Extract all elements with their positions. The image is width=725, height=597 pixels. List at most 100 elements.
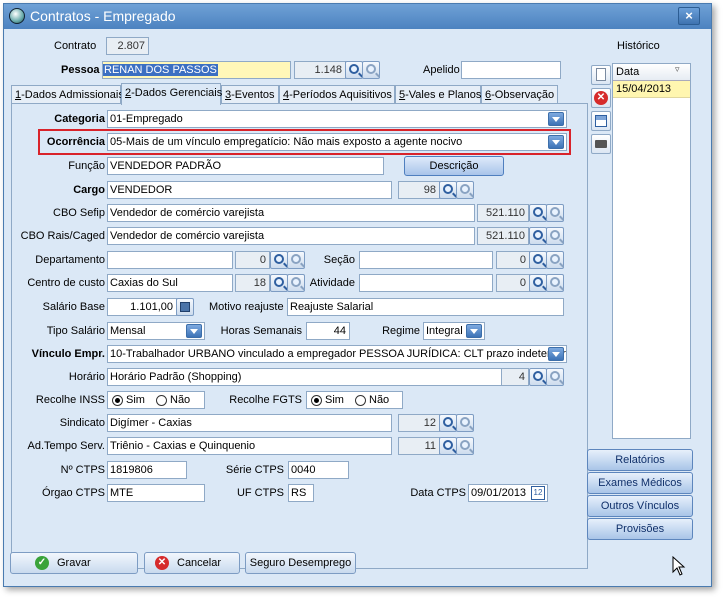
delete-history-button[interactable]: ✕	[591, 88, 611, 108]
ad-tempo-lookup-button[interactable]	[456, 437, 474, 455]
fgts-nao-radio[interactable]	[355, 395, 366, 406]
history-grid-header[interactable]: Data ▿	[613, 64, 690, 81]
salario-base-field[interactable]: 1.101,00	[107, 298, 177, 316]
regime-select[interactable]: Integral	[423, 322, 485, 340]
secao-field[interactable]	[359, 251, 493, 269]
history-row-date: 15/04/2013	[616, 83, 672, 95]
cbo-rais-lookup-button[interactable]	[546, 227, 564, 245]
departamento-field[interactable]	[107, 251, 233, 269]
categoria-label: Categoria	[54, 113, 105, 125]
tab-observacao[interactable]: 6-Observação	[481, 85, 558, 104]
atividade-field[interactable]	[359, 274, 493, 292]
ctps-serie-field[interactable]: 0040	[288, 461, 349, 479]
edit-history-button[interactable]	[591, 111, 611, 131]
ad-tempo-search-button[interactable]	[439, 437, 457, 455]
atividade-lookup-button[interactable]	[546, 274, 564, 292]
cbo-sefip-lookup-button[interactable]	[546, 204, 564, 222]
outros-vinculos-button[interactable]: Outros Vínculos	[587, 495, 693, 517]
calendar-icon[interactable]: 12	[531, 486, 545, 500]
centro-custo-search-button[interactable]	[270, 274, 288, 292]
search-icon	[533, 371, 543, 381]
print-history-button[interactable]	[591, 134, 611, 154]
ctps-orgao-field[interactable]: MTE	[107, 484, 205, 502]
motivo-field[interactable]: Reajuste Salarial	[287, 298, 564, 316]
tipo-salario-select[interactable]: Mensal	[107, 322, 205, 340]
sindicato-label: Sindicato	[59, 417, 105, 429]
new-history-button[interactable]	[591, 65, 611, 85]
horario-lookup-button[interactable]	[546, 368, 564, 386]
atividade-search-button[interactable]	[529, 274, 547, 292]
cbo-sefip-code-field[interactable]: 521.110	[477, 204, 529, 222]
sindicato-field[interactable]: Digímer - Caxias	[107, 414, 392, 432]
ctps-data-field[interactable]: 09/01/2013 12	[468, 484, 548, 502]
cargo-lookup-button[interactable]	[456, 181, 474, 199]
table-icon	[595, 115, 607, 127]
cargo-code-field[interactable]: 98	[398, 181, 440, 199]
funcao-field[interactable]: VENDEDOR PADRÃO	[107, 157, 384, 175]
cbo-rais-field[interactable]: Vendedor de comércio varejista	[107, 227, 475, 245]
vinculo-select[interactable]: 10-Trabalhador URBANO vinculado a empreg…	[107, 345, 567, 363]
cbo-sefip-field[interactable]: Vendedor de comércio varejista	[107, 204, 475, 222]
secao-lookup-button[interactable]	[546, 251, 564, 269]
pessoa-lookup-button[interactable]	[362, 61, 380, 79]
tab-dados-gerenciais[interactable]: 2-Dados Gerenciais	[121, 83, 223, 105]
ctps-data-label: Data CTPS	[410, 487, 466, 499]
departamento-code-field[interactable]: 0	[235, 251, 270, 269]
tab-dados-admissionais[interactable]: 1-Dados Admissionais	[11, 85, 124, 104]
secao-code-field[interactable]: 0	[496, 251, 530, 269]
ctps-uf-field[interactable]: RS	[288, 484, 314, 502]
ocorrencia-select[interactable]: 05-Mais de um vínculo empregatício: Não …	[107, 133, 567, 151]
gravar-button[interactable]: ✓ Gravar	[10, 552, 138, 574]
filter-icon[interactable]: ▿	[675, 64, 680, 75]
sindicato-search-button[interactable]	[439, 414, 457, 432]
secao-label: Seção	[323, 254, 355, 266]
cargo-field[interactable]: VENDEDOR	[107, 181, 392, 199]
cargo-search-button[interactable]	[439, 181, 457, 199]
tab-periodos-aquisitivos[interactable]: 4-Períodos Aquisitivos	[279, 85, 395, 104]
atividade-code-field[interactable]: 0	[496, 274, 530, 292]
centro-custo-field[interactable]: Caxias do Sul	[107, 274, 233, 292]
chevron-down-icon	[548, 112, 564, 126]
centro-custo-code-field[interactable]: 18	[235, 274, 270, 292]
horario-code-field[interactable]: 4	[501, 368, 529, 386]
seguro-desemprego-button[interactable]: Seguro Desemprego	[245, 552, 356, 574]
pessoa-search-button[interactable]	[345, 61, 363, 79]
sindicato-lookup-button[interactable]	[456, 414, 474, 432]
cbo-sefip-search-button[interactable]	[529, 204, 547, 222]
sindicato-code-field[interactable]: 12	[398, 414, 440, 432]
tab-vales-e-planos[interactable]: 5-Vales e Planos	[395, 85, 481, 104]
ctps-numero-field[interactable]: 1819806	[107, 461, 187, 479]
tab-eventos[interactable]: 3-Eventos	[221, 85, 279, 104]
apelido-field[interactable]	[461, 61, 561, 79]
pessoa-name-field[interactable]: RENAN DOS PASSOS	[102, 61, 291, 79]
history-row[interactable]: 15/04/2013	[613, 81, 690, 98]
exames-medicos-button[interactable]: Exames Médicos	[587, 472, 693, 494]
history-grid[interactable]: Data ▿ 15/04/2013	[612, 63, 691, 439]
ad-tempo-code-field[interactable]: 11	[398, 437, 440, 455]
horas-label: Horas Semanais	[220, 325, 302, 337]
inss-nao-label: Não	[170, 394, 191, 406]
provisoes-button[interactable]: Provisões	[587, 518, 693, 540]
tab-2-label: -Dados Gerenciais	[131, 87, 223, 99]
title-bar[interactable]: Contratos - Empregado ×	[4, 4, 711, 29]
cbo-rais-label: CBO Rais/Caged	[20, 230, 105, 242]
secao-search-button[interactable]	[529, 251, 547, 269]
cancelar-button[interactable]: ✕ Cancelar	[144, 552, 240, 574]
descricao-button[interactable]: Descrição	[404, 156, 504, 176]
inss-nao-radio[interactable]	[156, 395, 167, 406]
pessoa-code-field[interactable]: 1.148	[294, 61, 346, 79]
tipo-salario-value: Mensal	[110, 325, 146, 337]
inss-sim-radio[interactable]	[112, 395, 123, 406]
close-button[interactable]: ×	[678, 7, 700, 25]
cbo-rais-search-button[interactable]	[529, 227, 547, 245]
fgts-sim-radio[interactable]	[311, 395, 322, 406]
relatorios-button[interactable]: Relatórios	[587, 449, 693, 471]
departamento-search-button[interactable]	[270, 251, 288, 269]
categoria-select[interactable]: 01-Empregado	[107, 110, 567, 128]
ad-tempo-field[interactable]: Triênio - Caxias e Quinquenio	[107, 437, 392, 455]
cbo-rais-code-field[interactable]: 521.110	[477, 227, 529, 245]
horas-field[interactable]: 44	[306, 322, 350, 340]
horario-search-button[interactable]	[529, 368, 547, 386]
calculator-button[interactable]	[176, 298, 194, 316]
horario-field[interactable]: Horário Padrão (Shopping)	[107, 368, 527, 386]
